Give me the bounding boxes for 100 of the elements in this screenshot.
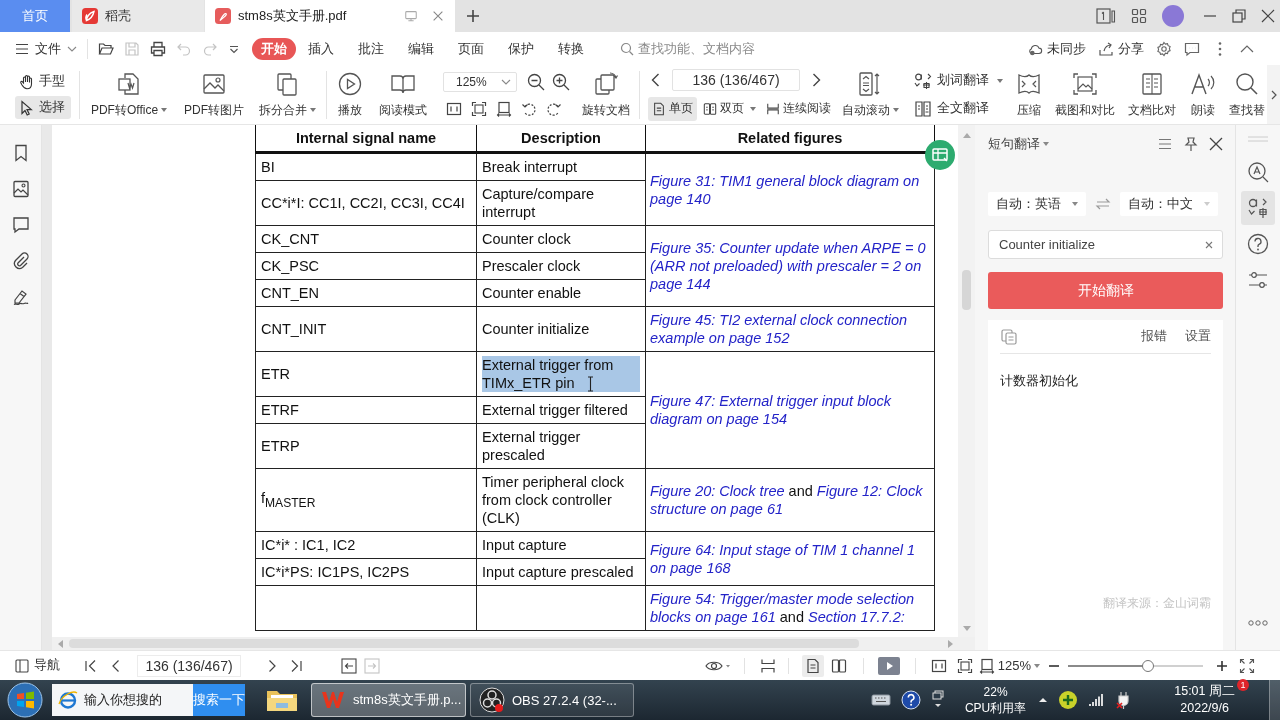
file-menu-button[interactable]: 文件 bbox=[15, 39, 77, 58]
ribbon-tab[interactable]: 转换 bbox=[546, 37, 596, 60]
ribbon-tab[interactable]: 页面 bbox=[446, 37, 496, 60]
sync-button[interactable]: 未同步 bbox=[1027, 39, 1086, 58]
user-avatar-icon[interactable] bbox=[1162, 5, 1184, 27]
grid-icon[interactable] bbox=[1131, 8, 1147, 24]
fit-width-icon[interactable] bbox=[978, 657, 995, 674]
target-language-dropdown[interactable]: 自动：中文 bbox=[1120, 192, 1218, 216]
rotate-right-icon[interactable] bbox=[546, 101, 562, 117]
ribbon-tab[interactable]: 开始 bbox=[252, 37, 296, 60]
play-icon[interactable] bbox=[877, 656, 900, 675]
play-button[interactable]: 播放 bbox=[335, 66, 365, 123]
view-mode-button[interactable]: 双页 bbox=[699, 96, 760, 121]
table-tool-icon[interactable] bbox=[925, 140, 955, 170]
view-mode-button[interactable]: 连续阅读 bbox=[762, 96, 835, 121]
ribbon-tab[interactable]: 批注 bbox=[346, 37, 396, 60]
translate-button[interactable]: 划词翻译 bbox=[914, 69, 1003, 92]
zoom-dropdown[interactable]: 125% bbox=[443, 72, 517, 92]
clock[interactable]: 15:01 周二 2022/9/6 bbox=[1174, 683, 1235, 717]
tool-button[interactable]: 查找替 bbox=[1227, 66, 1267, 123]
tool-button[interactable]: 截图和对比 bbox=[1054, 66, 1116, 123]
pointer-tool-button[interactable]: 选择 bbox=[15, 96, 71, 119]
actual-size-icon[interactable] bbox=[930, 657, 947, 674]
horizontal-scrollbar[interactable] bbox=[52, 637, 975, 650]
share-button[interactable]: 分享 bbox=[1098, 39, 1144, 58]
first-page-icon[interactable] bbox=[84, 658, 98, 673]
translate-input-field[interactable]: Counter initialize bbox=[988, 230, 1223, 259]
show-desktop-button[interactable] bbox=[1269, 680, 1280, 720]
list-icon[interactable] bbox=[1157, 136, 1173, 152]
comment-icon[interactable] bbox=[11, 216, 30, 234]
fit-width-icon[interactable] bbox=[496, 101, 512, 117]
zoom-in-icon[interactable] bbox=[552, 73, 570, 91]
pdf-to-image-button[interactable]: PDF转图片 bbox=[184, 66, 244, 123]
taskbar-button[interactable]: stm8s英文手册.p... bbox=[311, 683, 466, 717]
slider-thumb[interactable] bbox=[1141, 659, 1154, 672]
document-tab[interactable]: 稻壳 bbox=[72, 0, 204, 32]
fit-page-icon[interactable] bbox=[956, 657, 973, 674]
pointer-tool-button[interactable]: 手型 bbox=[15, 70, 71, 93]
start-button[interactable] bbox=[7, 682, 43, 718]
ribbon-tab[interactable]: 编辑 bbox=[396, 37, 446, 60]
auto-scroll-button[interactable]: 自动滚动 bbox=[841, 66, 899, 123]
back-icon[interactable] bbox=[341, 657, 357, 674]
zoom-out-icon[interactable] bbox=[527, 73, 545, 91]
taskbar-button[interactable]: OBS 27.2.4 (32-... bbox=[470, 683, 634, 717]
translate-button[interactable]: 全文翻译 bbox=[914, 97, 1003, 120]
clear-icon[interactable] bbox=[1205, 240, 1213, 249]
page-number-field[interactable]: 136 (136/467) bbox=[137, 654, 241, 677]
scrollbar-thumb[interactable] bbox=[962, 270, 971, 310]
pin-icon[interactable] bbox=[1183, 136, 1199, 152]
reading-mode-button[interactable]: 阅读模式 bbox=[377, 66, 429, 123]
navigation-button[interactable]: 导航 bbox=[15, 657, 60, 674]
folder-icon[interactable] bbox=[98, 40, 114, 57]
continuous-scroll-icon[interactable] bbox=[759, 657, 776, 674]
page-number-field[interactable]: 136 (136/467) bbox=[672, 68, 800, 91]
rotate-document-button[interactable]: 旋转文档 bbox=[581, 66, 631, 123]
plus-icon[interactable] bbox=[465, 8, 481, 24]
last-page-icon[interactable] bbox=[289, 658, 303, 673]
tool-button[interactable]: 压缩 bbox=[1015, 66, 1043, 123]
zoom-dropdown[interactable]: 125% bbox=[997, 658, 1040, 673]
zoom-in-icon[interactable] bbox=[1216, 659, 1228, 672]
swap-icon[interactable] bbox=[1095, 196, 1111, 212]
more-icon[interactable] bbox=[1218, 40, 1222, 57]
view-mode-button[interactable]: 单页 bbox=[648, 96, 697, 121]
source-language-dropdown[interactable]: 自动：英语 bbox=[988, 192, 1086, 216]
vertical-scrollbar[interactable] bbox=[958, 125, 975, 637]
rotate-left-icon[interactable] bbox=[521, 101, 537, 117]
ribbon-tab[interactable]: 插入 bbox=[296, 37, 346, 60]
ribbon-tab[interactable]: 保护 bbox=[496, 37, 546, 60]
fullscreen-icon[interactable] bbox=[1239, 657, 1255, 674]
panel-title[interactable]: 短句翻译 bbox=[988, 135, 1040, 153]
paperclip-icon[interactable] bbox=[11, 252, 30, 270]
close-icon[interactable] bbox=[1209, 137, 1223, 151]
help-icon[interactable] bbox=[900, 690, 921, 710]
search-field[interactable]: 查找功能、文档内容 bbox=[638, 41, 768, 56]
fit-page-icon[interactable] bbox=[471, 101, 487, 117]
comment-icon[interactable] bbox=[1184, 40, 1200, 57]
more-icon[interactable] bbox=[1248, 620, 1268, 626]
signature-pen-icon[interactable] bbox=[11, 288, 30, 306]
keyboard-icon[interactable] bbox=[870, 693, 891, 707]
result-action-link[interactable]: 报错 bbox=[1141, 328, 1167, 345]
pdf-to-office-button[interactable]: PDF转Office bbox=[88, 66, 170, 123]
show-hidden-icons-icon[interactable] bbox=[1038, 695, 1049, 705]
close-icon[interactable] bbox=[1261, 9, 1275, 23]
restore-icon[interactable] bbox=[1232, 9, 1246, 23]
tool-button[interactable]: 朗读 bbox=[1189, 66, 1217, 123]
rail-tool-button[interactable] bbox=[1241, 191, 1275, 225]
web-search-field[interactable]: 输入你想搜的 bbox=[52, 684, 193, 716]
signal-bars-icon[interactable] bbox=[1088, 692, 1105, 708]
print-icon[interactable] bbox=[150, 40, 166, 57]
cpu-usage[interactable]: 22% CPU利用率 bbox=[964, 684, 1027, 716]
image-icon[interactable] bbox=[11, 180, 30, 198]
result-action-link[interactable]: 设置 bbox=[1185, 328, 1211, 345]
view-mode-button[interactable] bbox=[801, 654, 824, 677]
split-merge-button[interactable]: 拆分合并 bbox=[256, 66, 318, 123]
plus-circle-icon[interactable] bbox=[1058, 690, 1079, 710]
settings-icon[interactable] bbox=[1156, 40, 1172, 57]
tool-button[interactable]: 文档比对 bbox=[1127, 66, 1177, 123]
actual-size-icon[interactable] bbox=[446, 101, 462, 117]
page-count-icon[interactable] bbox=[1096, 8, 1116, 24]
windows-stack-icon[interactable] bbox=[930, 690, 945, 710]
